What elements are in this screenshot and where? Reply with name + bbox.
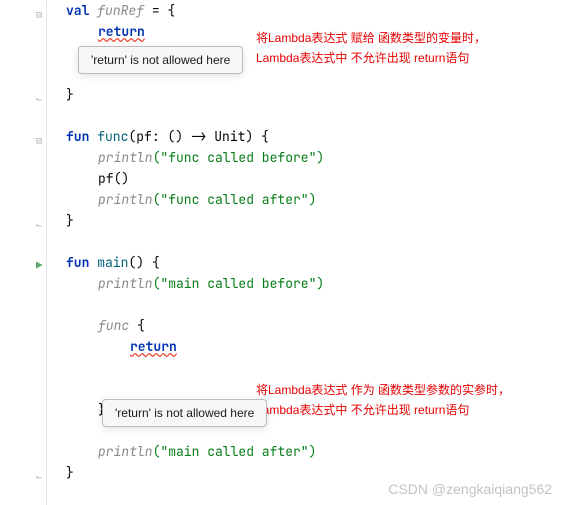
watermark: CSDN @zengkaiqiang562 (388, 481, 552, 497)
code-area: 3 ⊟ val funRef = { 4 return 5 6 7 ⌙ } 8 … (0, 0, 564, 504)
return-error: return (130, 338, 177, 355)
line-7: 7 ⌙ } (0, 84, 564, 105)
line-19: 19 return (0, 336, 564, 357)
line-10: 10 println("func called before") (0, 147, 564, 168)
line-15: 15 ▶ fun main() { (0, 252, 564, 273)
line-14: 14 (0, 231, 564, 252)
error-tooltip: 'return' is not allowed here (102, 399, 267, 427)
line-25: 25 ⌙ } (0, 462, 564, 483)
line-24: 24 println("main called after") (0, 441, 564, 462)
line-8: 8 (0, 105, 564, 126)
annotation: 将Lambda表达式 作为 函数类型参数的实参时， Lambda表达式中 不允许… (256, 380, 510, 420)
line-12: 12 println("func called after") (0, 189, 564, 210)
line-3: 3 ⊟ val funRef = { (0, 0, 564, 21)
annotation: 将Lambda表达式 赋给 函数类型的变量时， Lambda表达式中 不允许出现… (256, 28, 486, 68)
return-error: return (98, 23, 145, 40)
line-11: 11 pf() (0, 168, 564, 189)
line-18: 18 func { (0, 315, 564, 336)
line-17: 17 (0, 294, 564, 315)
line-13: 13 ⌙ } (0, 210, 564, 231)
error-tooltip: 'return' is not allowed here (78, 46, 243, 74)
line-23: 23 (0, 420, 564, 441)
line-20: 20 (0, 357, 564, 378)
line-9: 9 ⊟ fun func(pf: () -> Unit) { (0, 126, 564, 147)
line-16: 16 println("main called before") (0, 273, 564, 294)
